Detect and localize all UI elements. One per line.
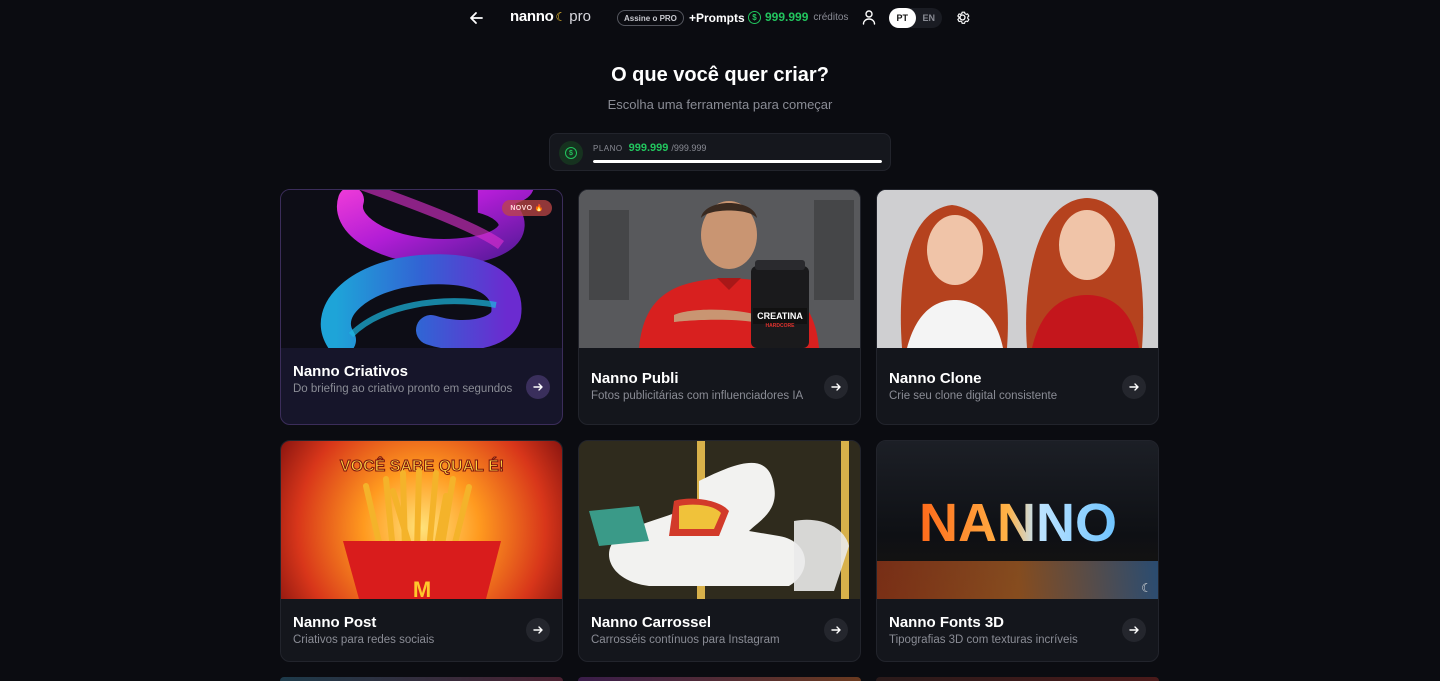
card-image bbox=[579, 441, 860, 599]
arrow-right-icon[interactable] bbox=[824, 618, 848, 642]
arrow-right-icon[interactable] bbox=[526, 375, 550, 399]
card-title: Nanno Fonts 3D bbox=[889, 614, 1004, 631]
new-badge: NOVO 🔥 bbox=[502, 200, 552, 216]
subscribe-pro-button[interactable]: Assine o PRO bbox=[617, 10, 684, 26]
card-description: Carrosséis contínuos para Instagram bbox=[591, 634, 780, 646]
coin-icon: $ bbox=[559, 141, 583, 165]
card-image: NANNO ☾ bbox=[877, 441, 1158, 599]
back-arrow-icon[interactable] bbox=[468, 9, 486, 27]
tool-card-post[interactable]: VOCÊ SABE QUAL É! M Nanno Post Criativos… bbox=[280, 440, 563, 662]
plan-value: 999.999 bbox=[628, 142, 669, 154]
banana-icon: ☾ bbox=[555, 10, 567, 24]
card-image: CREATINA HARDCORE bbox=[579, 190, 860, 348]
next-card-peek bbox=[578, 677, 861, 681]
credits-amount: 999.999 bbox=[765, 10, 809, 24]
gear-icon[interactable] bbox=[954, 9, 971, 26]
card-title: Nanno Publi bbox=[591, 370, 679, 387]
tool-card-carrossel[interactable]: Nanno Carrossel Carrosséis contínuos par… bbox=[578, 440, 861, 662]
logo-suffix: pro bbox=[569, 8, 591, 25]
product-sublabel-text: HARDCORE bbox=[766, 323, 796, 329]
credits-label: créditos bbox=[813, 11, 849, 23]
app-logo[interactable]: nanno ☾ pro bbox=[510, 8, 591, 25]
post-headline-text: VOCÊ SABE QUAL É! bbox=[340, 456, 504, 475]
card-title: Nanno Post bbox=[293, 614, 377, 631]
plan-progress-fill bbox=[593, 160, 882, 163]
arrow-right-icon[interactable] bbox=[1122, 375, 1146, 399]
arrow-right-icon[interactable] bbox=[1122, 618, 1146, 642]
banana-icon: ☾ bbox=[1141, 581, 1152, 595]
card-image bbox=[877, 190, 1158, 348]
tool-card-criativos[interactable]: NOVO 🔥 Nanno Criativos Do briefing ao cr… bbox=[280, 189, 563, 425]
plan-progress-bar bbox=[593, 160, 882, 163]
page-title: O que você quer criar? bbox=[611, 64, 829, 86]
user-icon[interactable] bbox=[861, 9, 877, 25]
lang-en-button[interactable]: EN bbox=[916, 8, 943, 28]
tool-card-fonts-3d[interactable]: NANNO ☾ Nanno Fonts 3D Tipografias 3D co… bbox=[876, 440, 1159, 662]
arrow-right-icon[interactable] bbox=[526, 618, 550, 642]
coin-icon: $ bbox=[748, 10, 761, 24]
card-title: Nanno Carrossel bbox=[591, 614, 712, 631]
plan-max: /999.999 bbox=[671, 143, 707, 153]
top-bar: nanno ☾ pro Assine o PRO +Prompts $ 999.… bbox=[0, 0, 1440, 36]
plan-label: PLANO bbox=[593, 144, 623, 153]
card-description: Fotos publicitárias com influenciadores … bbox=[591, 390, 804, 402]
card-title: Nanno Clone bbox=[889, 370, 982, 387]
card-description: Crie seu clone digital consistente bbox=[889, 390, 1058, 402]
page-subtitle: Escolha uma ferramenta para começar bbox=[607, 97, 833, 112]
plan-credits-panel: $ PLANO 999.999 /999.999 bbox=[549, 133, 891, 171]
prompts-link[interactable]: +Prompts bbox=[689, 11, 745, 25]
next-card-peek bbox=[876, 677, 1159, 681]
card-image: VOCÊ SABE QUAL É! M bbox=[281, 441, 562, 599]
language-toggle: PT EN bbox=[889, 8, 942, 28]
tool-card-publi[interactable]: CREATINA HARDCORE Nanno Publi Fotos publ… bbox=[578, 189, 861, 425]
credits-display: $ 999.999 créditos bbox=[748, 10, 848, 24]
fonts-3d-sample-text: NANNO bbox=[919, 493, 1117, 553]
next-card-peek bbox=[280, 677, 563, 681]
svg-text:M: M bbox=[413, 577, 431, 599]
arrow-right-icon[interactable] bbox=[824, 375, 848, 399]
card-image: NOVO 🔥 bbox=[281, 190, 562, 348]
card-description: Tipografias 3D com texturas incríveis bbox=[889, 634, 1078, 646]
card-title: Nanno Criativos bbox=[293, 363, 409, 380]
logo-text: nanno bbox=[510, 8, 554, 25]
tool-card-clone[interactable]: Nanno Clone Crie seu clone digital consi… bbox=[876, 189, 1159, 425]
lang-pt-button[interactable]: PT bbox=[889, 8, 916, 28]
product-label-text: CREATINA bbox=[757, 311, 803, 321]
card-description: Criativos para redes sociais bbox=[293, 634, 435, 646]
card-description: Do briefing ao criativo pronto em segund… bbox=[293, 383, 513, 395]
